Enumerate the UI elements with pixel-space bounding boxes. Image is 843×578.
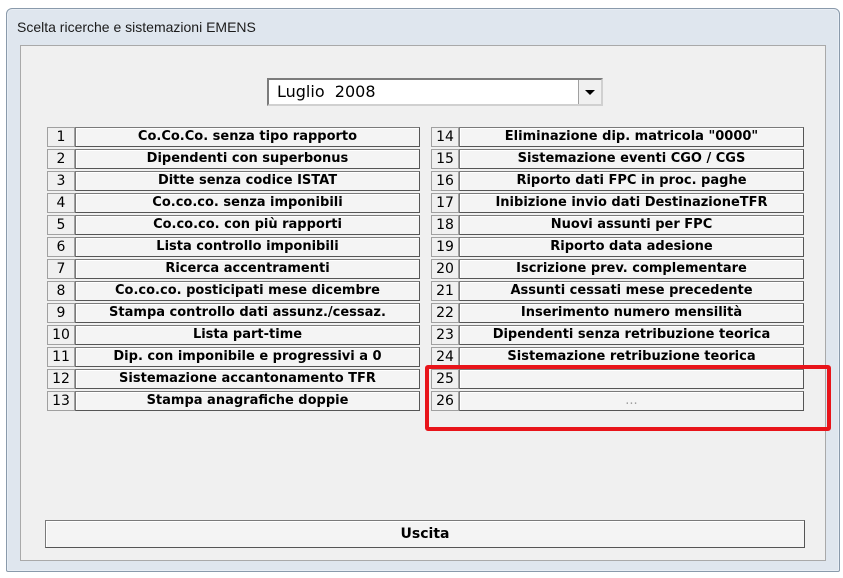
list-item: 13 Stampa anagrafiche doppie (47, 391, 420, 411)
option-button[interactable]: Iscrizione prev. complementare (459, 259, 804, 279)
list-item: 24 Sistemazione retribuzione teorica (431, 347, 804, 367)
item-number: 26 (431, 391, 459, 411)
option-button[interactable]: Co.co.co. posticipati mese dicembre (75, 281, 420, 301)
option-button[interactable]: Co.co.co. senza imponibili (75, 193, 420, 213)
item-number: 12 (47, 369, 75, 389)
list-item: 15 Sistemazione eventi CGO / CGS (431, 149, 804, 169)
option-button[interactable]: Dipendenti con superbonus (75, 149, 420, 169)
option-button[interactable]: Lista controllo imponibili (75, 237, 420, 257)
list-item: 22 Inserimento numero mensilità (431, 303, 804, 323)
list-item: 20 Iscrizione prev. complementare (431, 259, 804, 279)
item-number: 4 (47, 193, 75, 213)
option-button[interactable]: Dipendenti senza retribuzione teorica (459, 325, 804, 345)
option-button[interactable]: Eliminazione dip. matricola "0000" (459, 127, 804, 147)
option-button[interactable]: Inibizione invio dati DestinazioneTFR (459, 193, 804, 213)
option-button[interactable]: Ricerca accentramenti (75, 259, 420, 279)
list-item: 2 Dipendenti con superbonus (47, 149, 420, 169)
item-number: 22 (431, 303, 459, 323)
option-button[interactable] (459, 369, 804, 389)
item-number: 2 (47, 149, 75, 169)
list-item: 25 (431, 369, 804, 389)
option-button[interactable]: Sistemazione accantonamento TFR (75, 369, 420, 389)
list-item: 4 Co.co.co. senza imponibili (47, 193, 420, 213)
dialog-window: Scelta ricerche e sistemazioni EMENS Lug… (6, 8, 840, 572)
exit-button[interactable]: Uscita (45, 520, 805, 548)
list-item: 26 ... (431, 391, 804, 411)
list-item: 1 Co.Co.Co. senza tipo rapporto (47, 127, 420, 147)
list-item: 5 Co.co.co. con più rapporti (47, 215, 420, 235)
item-number: 8 (47, 281, 75, 301)
item-number: 14 (431, 127, 459, 147)
option-button[interactable]: Sistemazione retribuzione teorica (459, 347, 804, 367)
item-number: 3 (47, 171, 75, 191)
item-number: 21 (431, 281, 459, 301)
option-button[interactable]: Ditte senza codice ISTAT (75, 171, 420, 191)
option-button[interactable]: Lista part-time (75, 325, 420, 345)
option-button[interactable]: Riporto dati FPC in proc. paghe (459, 171, 804, 191)
option-button[interactable]: Inserimento numero mensilità (459, 303, 804, 323)
option-button[interactable]: Stampa controllo dati assunz./cessaz. (75, 303, 420, 323)
period-select-value: Luglio 2008 (277, 80, 376, 104)
item-number: 9 (47, 303, 75, 323)
item-number: 17 (431, 193, 459, 213)
list-item: 9 Stampa controllo dati assunz./cessaz. (47, 303, 420, 323)
chevron-down-icon (585, 89, 595, 95)
item-number: 5 (47, 215, 75, 235)
list-item: 18 Nuovi assunti per FPC (431, 215, 804, 235)
item-number: 11 (47, 347, 75, 367)
period-year: 2008 (334, 82, 376, 101)
list-item: 6 Lista controllo imponibili (47, 237, 420, 257)
dialog-client-area: Luglio 2008 1 Co.Co.Co. senza tipo rappo… (20, 45, 826, 561)
item-number: 19 (431, 237, 459, 257)
option-button[interactable]: Stampa anagrafiche doppie (75, 391, 420, 411)
item-number: 13 (47, 391, 75, 411)
list-item: 19 Riporto data adesione (431, 237, 804, 257)
item-number: 25 (431, 369, 459, 389)
item-number: 24 (431, 347, 459, 367)
list-item: 3 Ditte senza codice ISTAT (47, 171, 420, 191)
list-item: 21 Assunti cessati mese precedente (431, 281, 804, 301)
option-button[interactable]: Sistemazione eventi CGO / CGS (459, 149, 804, 169)
window-title: Scelta ricerche e sistemazioni EMENS (17, 19, 256, 35)
item-number: 6 (47, 237, 75, 257)
item-number: 15 (431, 149, 459, 169)
item-number: 16 (431, 171, 459, 191)
option-button[interactable]: Nuovi assunti per FPC (459, 215, 804, 235)
list-item: 8 Co.co.co. posticipati mese dicembre (47, 281, 420, 301)
dropdown-button[interactable] (578, 80, 601, 104)
list-item: 23 Dipendenti senza retribuzione teorica (431, 325, 804, 345)
item-number: 1 (47, 127, 75, 147)
option-button[interactable]: Co.Co.Co. senza tipo rapporto (75, 127, 420, 147)
item-number: 20 (431, 259, 459, 279)
period-month: Luglio (277, 82, 325, 101)
list-item: 16 Riporto dati FPC in proc. paghe (431, 171, 804, 191)
list-item: 17 Inibizione invio dati DestinazioneTFR (431, 193, 804, 213)
option-button[interactable]: Dip. con imponibile e progressivi a 0 (75, 347, 420, 367)
option-button[interactable]: Co.co.co. con più rapporti (75, 215, 420, 235)
item-number: 18 (431, 215, 459, 235)
list-item: 10 Lista part-time (47, 325, 420, 345)
item-number: 23 (431, 325, 459, 345)
period-select[interactable]: Luglio 2008 (267, 78, 603, 106)
list-item: 12 Sistemazione accantonamento TFR (47, 369, 420, 389)
list-item: 14 Eliminazione dip. matricola "0000" (431, 127, 804, 147)
option-button[interactable]: ... (459, 391, 804, 411)
option-button[interactable]: Assunti cessati mese precedente (459, 281, 804, 301)
option-button[interactable]: Riporto data adesione (459, 237, 804, 257)
item-number: 7 (47, 259, 75, 279)
item-number: 10 (47, 325, 75, 345)
list-item: 7 Ricerca accentramenti (47, 259, 420, 279)
list-item: 11 Dip. con imponibile e progressivi a 0 (47, 347, 420, 367)
